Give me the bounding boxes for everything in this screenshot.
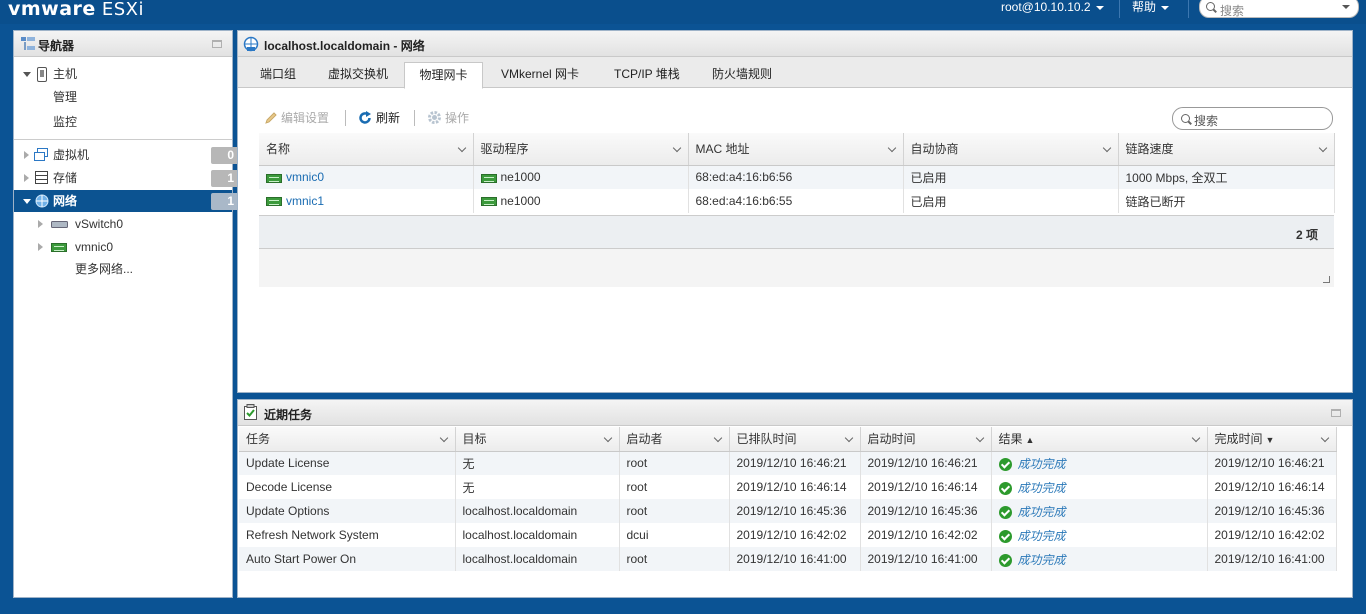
column-header-driver[interactable]: 驱动程序 (473, 133, 689, 166)
table-row[interactable]: Refresh Network System localhost.localdom… (239, 523, 1337, 547)
host-icon (37, 67, 47, 82)
tab-bar: 端口组 虚拟交换机 物理网卡 VMkernel 网卡 TCP/IP 堆栈 防火墙… (238, 57, 1352, 89)
column-header-target[interactable]: 目标 (455, 427, 620, 452)
search-icon (1181, 114, 1190, 123)
help-menu[interactable]: 帮助 (1132, 0, 1170, 22)
tab-physical-nics[interactable]: 物理网卡 (404, 62, 483, 89)
resize-handle-icon[interactable] (1323, 276, 1330, 283)
global-search-input[interactable]: 搜索 (1199, 0, 1359, 18)
success-icon (998, 481, 1012, 495)
navigator-panel: 导航器 主机 管理 监控 虚拟机 0 存储 1 网络 1 vSwitch0 vm… (13, 30, 240, 598)
nic-icon (266, 173, 282, 183)
nic-icon (480, 197, 497, 207)
column-header-started[interactable]: 启动时间 (860, 427, 992, 452)
tasks-icon (244, 404, 257, 420)
tab-firewall-rules[interactable]: 防火墙规则 (710, 64, 774, 88)
recent-tasks-table: 任务 目标 启动者 已排队时间 启动时间 结果 ▲ 完成时间 ▼ Update Li… (239, 427, 1337, 571)
nav-storage[interactable]: 存储 1 (14, 167, 240, 189)
user-menu[interactable]: root@10.10.10.2 (1001, 0, 1104, 22)
expand-icon[interactable] (24, 151, 29, 159)
page-title: localhost.localdomain - 网络 (264, 39, 425, 53)
column-header-mac[interactable]: MAC 地址 (688, 133, 904, 166)
column-header-name[interactable]: 名称 (259, 133, 474, 166)
edit-settings-button[interactable]: 编辑设置 (264, 109, 329, 127)
storage-icon (35, 171, 48, 184)
expand-icon[interactable] (38, 220, 43, 228)
table-row[interactable]: vmnic0 ne1000 68:ed:a4:16:b6:56 已启用 1000… (259, 165, 1335, 189)
nic-icon (51, 243, 67, 252)
vm-count-badge: 0 (211, 147, 240, 164)
table-row[interactable]: vmnic1 ne1000 68:ed:a4:16:b6:55 已启用 链路已断… (259, 189, 1335, 213)
tab-tcpip-stacks[interactable]: TCP/IP 堆栈 (612, 64, 682, 88)
nic-name-link[interactable]: vmnic0 (286, 170, 324, 184)
expand-icon[interactable] (38, 243, 43, 251)
storage-count-badge: 1 (211, 170, 240, 187)
refresh-icon (359, 111, 371, 124)
column-header-autoneg[interactable]: 自动协商 (903, 133, 1119, 166)
nav-vms[interactable]: 虚拟机 0 (14, 144, 240, 166)
navigator-title: 导航器 (38, 39, 75, 53)
nic-search-input[interactable]: 搜索 (1172, 107, 1333, 130)
top-bar: vmware ESXi root@10.10.10.2 帮助 搜索 (0, 0, 1366, 24)
vswitch-icon (51, 221, 68, 228)
search-icon (1206, 2, 1215, 11)
nav-host-monitor[interactable]: 监控 (14, 111, 232, 133)
refresh-button[interactable]: 刷新 (358, 109, 400, 127)
column-header-completed[interactable]: 完成时间 ▼ (1207, 427, 1337, 452)
sort-descending-icon: ▼ (1265, 435, 1275, 446)
table-header-row: 任务 目标 启动者 已排队时间 启动时间 结果 ▲ 完成时间 ▼ (239, 427, 1337, 452)
tab-vmkernel-nics[interactable]: VMkernel 网卡 (499, 64, 581, 88)
expand-icon[interactable] (24, 174, 29, 182)
table-row[interactable]: Auto Start Power On localhost.localdomain… (239, 547, 1337, 571)
chevron-down-icon (1161, 5, 1170, 10)
nav-host-manage[interactable]: 管理 (14, 86, 232, 108)
network-icon (243, 36, 259, 52)
nic-icon (480, 173, 497, 183)
column-header-task[interactable]: 任务 (239, 427, 456, 452)
column-header-queued[interactable]: 已排队时间 (729, 427, 861, 452)
network-icon (35, 194, 49, 208)
table-row[interactable]: Update Options localhost.localdomain root 2… (239, 499, 1337, 523)
nav-more-networks[interactable]: 更多网络... (14, 258, 232, 280)
nic-name-link[interactable]: vmnic1 (286, 194, 324, 208)
column-header-initiator[interactable]: 启动者 (619, 427, 730, 452)
tab-virtual-switches[interactable]: 虚拟交换机 (326, 64, 390, 88)
nic-icon (266, 197, 282, 207)
physical-nic-table: 名称 驱动程序 MAC 地址 自动协商 链路速度 vmnic0 ne1000 6… (259, 133, 1335, 213)
network-count-badge: 1 (211, 193, 240, 210)
column-header-result[interactable]: 结果 ▲ (991, 427, 1208, 452)
table-row[interactable]: Update License 无 root 2019/12/10 16:46:21 20… (239, 451, 1337, 475)
collapse-icon[interactable] (23, 199, 31, 204)
tasks-title: 近期任务 (264, 408, 313, 422)
vm-icon (34, 148, 48, 161)
table-row[interactable]: Decode License 无 root 2019/12/10 16:46:14 20… (239, 475, 1337, 499)
minimize-icon[interactable] (1331, 409, 1341, 417)
success-icon (998, 553, 1012, 567)
column-header-link-speed[interactable]: 链路速度 (1118, 133, 1335, 166)
nav-host[interactable]: 主机 (14, 63, 232, 85)
collapse-icon[interactable] (23, 72, 31, 77)
minimize-icon[interactable] (212, 40, 222, 48)
navigator-icon (21, 37, 35, 50)
pencil-icon (265, 112, 277, 124)
gear-icon (428, 111, 441, 124)
main-panel: localhost.localdomain - 网络 端口组 虚拟交换机 物理网… (237, 30, 1353, 393)
success-icon (998, 458, 1012, 472)
actions-button[interactable]: 操作 (427, 109, 469, 127)
success-icon (998, 529, 1012, 543)
nav-networking[interactable]: 网络 1 (14, 190, 240, 212)
recent-tasks-panel: 近期任务 任务 目标 启动者 已排队时间 启动时间 结果 ▲ 完成时间 ▼ Upda… (237, 399, 1353, 598)
sort-ascending-icon: ▲ (1025, 435, 1035, 446)
table-footer: 2 项 (259, 215, 1334, 249)
details-area (259, 249, 1334, 287)
success-icon (998, 505, 1012, 519)
nav-vmnic0[interactable]: vmnic0 (14, 236, 232, 258)
item-count: 2 项 (1295, 228, 1318, 242)
chevron-down-icon (1095, 5, 1104, 10)
nav-vswitch0[interactable]: vSwitch0 (14, 213, 232, 235)
tab-port-groups[interactable]: 端口组 (258, 64, 298, 88)
vmware-logo: vmware ESXi (8, 0, 144, 20)
chevron-down-icon (1342, 5, 1350, 9)
table-header-row: 名称 驱动程序 MAC 地址 自动协商 链路速度 (259, 133, 1335, 166)
